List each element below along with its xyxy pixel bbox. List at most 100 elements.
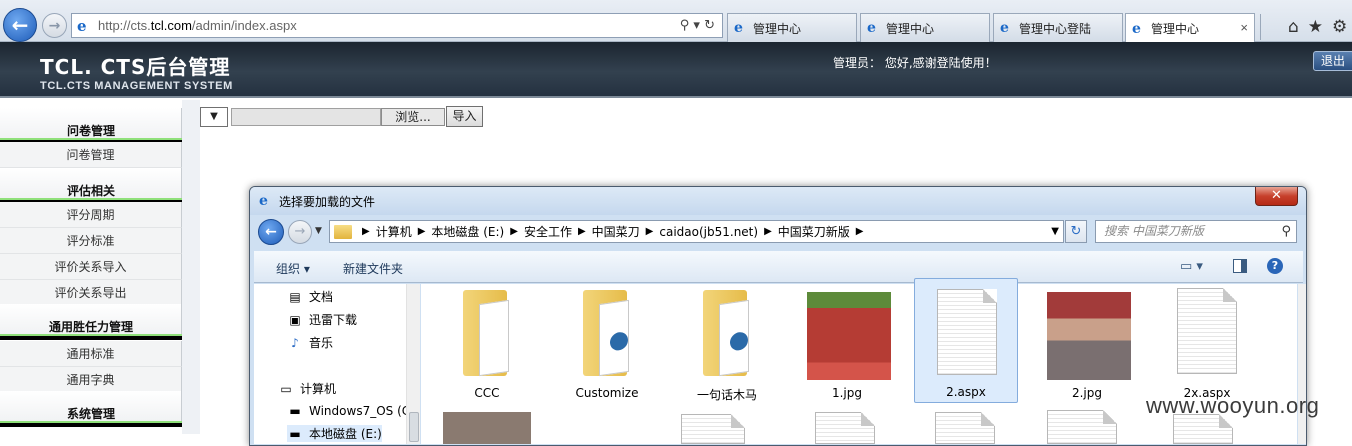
sidebar-item-relation-import[interactable]: 评价关系导入 [0, 254, 182, 280]
file-item-folder[interactable]: 一句话木马 [675, 284, 779, 406]
preview-pane-icon[interactable] [1233, 259, 1247, 273]
site-logo-title: TCL. CTS后台管理 [40, 55, 231, 79]
home-icon[interactable]: ⌂ [1288, 17, 1299, 37]
folder-icon [703, 290, 755, 377]
ie-page-icon: e [1000, 20, 1009, 36]
dialog-search-input[interactable]: 搜索 中国菜刀新版 ⚲ [1095, 220, 1297, 243]
sidebar-item-questionnaire-manage[interactable]: 问卷管理 [0, 142, 182, 168]
chevron-right-icon: ▶ [577, 226, 586, 237]
back-button[interactable]: ← [3, 8, 37, 42]
dialog-back-button[interactable]: ← [258, 219, 284, 245]
sidebar-item-score-cycle[interactable]: 评分周期 [0, 202, 182, 228]
nav-item-computer[interactable]: ▭ 计算机 [278, 380, 336, 397]
breadcrumb-item[interactable]: 本地磁盘 (E:) [431, 223, 504, 240]
favorites-star-icon[interactable]: ★ [1308, 17, 1323, 37]
forward-button[interactable]: → [42, 13, 67, 38]
sidebar-section-system[interactable]: 系统管理 [0, 391, 182, 427]
forward-arrow-icon: → [294, 224, 306, 239]
file-list: CCC Customize 一句话木马 1.jpg 2.aspx 2.jpg 2… [421, 278, 1297, 444]
toolbar-separator [1260, 14, 1261, 40]
back-arrow-icon: ← [11, 13, 29, 37]
breadcrumb-item[interactable]: caidao(jb51.net) [659, 225, 758, 239]
ie-page-icon: e [1132, 20, 1141, 37]
document-icon [681, 414, 745, 444]
nav-item-downloads[interactable]: ▣ 迅雷下载 [287, 311, 357, 328]
dialog-nav-bar: ← → ▼ ▶ 计算机 ▶ 本地磁盘 (E:) ▶ 安全工作 ▶ 中国菜刀 ▶ … [250, 215, 1306, 249]
document-icon [815, 412, 875, 444]
chevron-right-icon: ▶ [362, 226, 370, 237]
breadcrumb-item[interactable]: 安全工作 [524, 223, 572, 240]
sidebar-item-general-dictionary[interactable]: 通用字典 [0, 367, 182, 393]
nav-item-drive-c[interactable]: ▬ Windows7_OS (C [287, 403, 410, 419]
sidebar-section-competency[interactable]: 通用胜任力管理 [0, 304, 182, 340]
drive-icon: ▬ [289, 404, 301, 418]
chevron-down-icon: ▼ [210, 111, 218, 122]
breadcrumb-item[interactable]: 中国菜刀新版 [778, 223, 850, 240]
ie-page-icon: e [734, 20, 743, 36]
file-item-image[interactable]: 1.jpg [795, 284, 899, 406]
image-thumbnail [443, 412, 531, 444]
nav-pane-scrollbar[interactable] [406, 284, 420, 444]
folder-icon [583, 290, 635, 377]
file-path-input[interactable] [231, 108, 381, 126]
sidebar-item-relation-export[interactable]: 评价关系导出 [0, 280, 182, 306]
address-controls[interactable]: ⚲ ▾ ↻ [680, 18, 715, 33]
back-arrow-icon: ← [265, 224, 277, 240]
chevron-right-icon: ▶ [855, 226, 864, 237]
document-icon [1047, 410, 1117, 444]
nav-item-music[interactable]: ♪ 音乐 [287, 334, 333, 351]
sidebar-section-evaluation[interactable]: 评估相关 [0, 168, 182, 204]
file-item-image[interactable]: 2.jpg [1035, 284, 1139, 406]
file-item-folder[interactable]: Customize [555, 284, 659, 406]
sidebar-item-general-standard[interactable]: 通用标准 [0, 341, 182, 367]
dialog-titlebar: e 选择要加载的文件 ✕ [250, 187, 1306, 215]
address-url[interactable]: http://cts.tcl.com/admin/index.aspx [98, 18, 680, 33]
chevron-right-icon: ▶ [510, 226, 518, 237]
watermark: www.wooyun.org [1146, 393, 1320, 418]
dialog-title: 选择要加载的文件 [279, 195, 376, 209]
music-icon: ♪ [291, 335, 299, 350]
tools-gear-icon[interactable]: ⚙ [1332, 17, 1347, 37]
file-item-folder[interactable]: CCC [435, 284, 539, 406]
breadcrumb-item[interactable]: 计算机 [376, 223, 412, 240]
type-select[interactable]: ▼ [200, 107, 228, 127]
logout-button[interactable]: 退出 [1313, 51, 1352, 71]
browser-toolbar: ← → e http://cts.tcl.com/admin/index.asp… [0, 0, 1352, 43]
computer-icon: ▭ [280, 381, 292, 396]
document-icon [937, 289, 997, 375]
welcome-text: 管理员： 您好,感谢登陆使用！ [833, 56, 997, 70]
help-icon[interactable]: ? [1267, 258, 1283, 274]
view-options-icon[interactable]: ▭ ▾ [1180, 259, 1203, 274]
address-bar[interactable]: e http://cts.tcl.com/admin/index.aspx ⚲ … [71, 13, 723, 38]
document-icon [935, 412, 995, 444]
browse-button[interactable]: 浏览... [381, 108, 445, 126]
refresh-button[interactable]: ↻ [1065, 220, 1087, 243]
ie-page-icon: e [867, 20, 876, 36]
tab-close-icon[interactable]: × [1240, 20, 1248, 35]
documents-icon: ▤ [289, 289, 301, 304]
chevron-down-icon[interactable]: ▼ [1051, 226, 1059, 237]
browser-tab[interactable]: e 管理中心登陆 [993, 13, 1123, 42]
nav-item-documents[interactable]: ▤ 文档 [287, 288, 333, 305]
browser-tab[interactable]: e 管理中心 [727, 13, 857, 42]
new-folder-button[interactable]: 新建文件夹 [343, 260, 403, 277]
scrollbar-thumb[interactable] [409, 412, 419, 442]
recent-locations-dropdown-icon[interactable]: ▼ [315, 226, 322, 236]
dialog-close-button[interactable]: ✕ [1255, 187, 1298, 206]
search-icon: ⚲ [1281, 224, 1291, 239]
breadcrumb-item[interactable]: 中国菜刀 [592, 223, 640, 240]
organize-button[interactable]: 组织 ▾ [276, 260, 310, 277]
import-button[interactable]: 导入 [446, 106, 483, 127]
sidebar-item-score-standard[interactable]: 评分标准 [0, 228, 182, 254]
sidebar-gutter [182, 100, 200, 434]
file-item-aspx[interactable]: 2x.aspx [1155, 284, 1259, 406]
dialog-breadcrumb[interactable]: ▶ 计算机 ▶ 本地磁盘 (E:) ▶ 安全工作 ▶ 中国菜刀 ▶ caidao… [329, 220, 1064, 243]
sidebar-section-questionnaire[interactable]: 问卷管理 [0, 108, 182, 144]
dialog-forward-button[interactable]: → [288, 220, 312, 244]
file-item-aspx-selected[interactable]: 2.aspx [914, 278, 1018, 403]
file-list-scrollbar[interactable] [1298, 284, 1306, 444]
forward-arrow-icon: → [48, 17, 61, 34]
refresh-icon: ↻ [1070, 224, 1082, 239]
browser-tab[interactable]: e 管理中心 [860, 13, 990, 42]
browser-tab-active[interactable]: e 管理中心 × [1125, 13, 1255, 43]
